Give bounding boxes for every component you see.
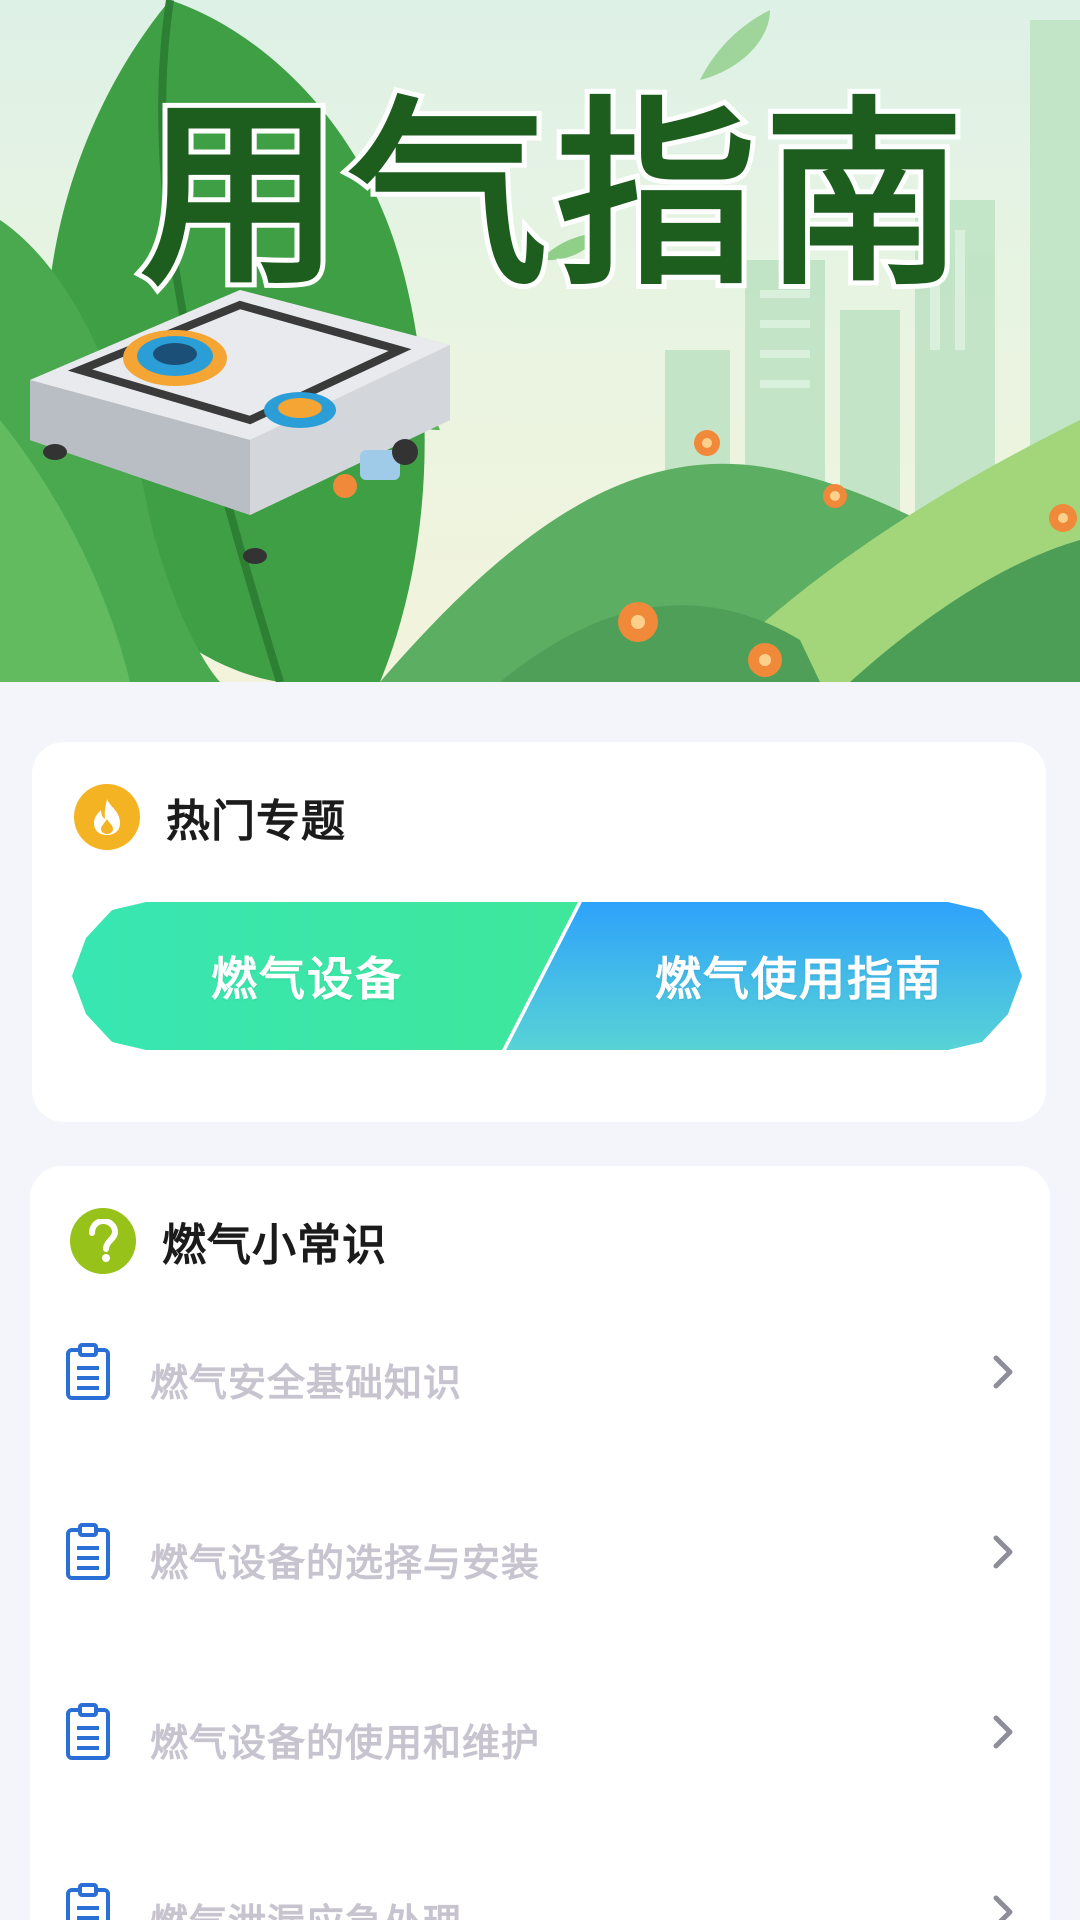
- banner-title: 用气指南: [135, 80, 973, 313]
- list-item-label: 燃气设备的选择与安装: [150, 1541, 541, 1585]
- list-item-label: 燃气泄漏应急处理: [150, 1892, 462, 1920]
- gas-guide-page: 用气指南 热门专题 燃气设备 燃气使用指南 燃气小常识 燃气安全基础知识 燃气设…: [0, 0, 1080, 1920]
- question-icon: [70, 1208, 136, 1274]
- hot-topics-header: 热门专题: [74, 784, 346, 850]
- hot-topics-title: 热门专题: [166, 796, 346, 847]
- list-item-equipment-maintenance[interactable]: 燃气设备的使用和维护: [30, 1674, 1050, 1794]
- gas-usage-guide-button[interactable]: 燃气使用指南: [506, 902, 1022, 1050]
- clipboard-icon: [66, 1883, 110, 1920]
- list-item-label: 燃气安全基础知识: [150, 1361, 463, 1405]
- banner: 用气指南: [0, 0, 1080, 682]
- chevron-right-icon: [993, 1355, 1013, 1389]
- gas-equipment-button[interactable]: 燃气设备: [72, 902, 578, 1050]
- clipboard-icon: [66, 1343, 110, 1400]
- chevron-right-icon: [993, 1895, 1013, 1920]
- gas-tips-card: 燃气小常识 燃气安全基础知识 燃气设备的选择与安装 燃气设备的使用和维护: [30, 1166, 1050, 1920]
- fire-icon: [74, 784, 140, 850]
- gas-equipment-label: 燃气设备: [211, 952, 403, 1006]
- gas-tips-header: 燃气小常识: [70, 1208, 387, 1274]
- chevron-right-icon: [993, 1715, 1013, 1749]
- list-item-gas-leak-emergency[interactable]: 燃气泄漏应急处理: [30, 1854, 1050, 1920]
- clipboard-icon: [66, 1703, 110, 1760]
- hot-topics-card: 热门专题 燃气设备 燃气使用指南: [32, 742, 1046, 1122]
- gas-usage-guide-label: 燃气使用指南: [655, 952, 943, 1006]
- list-item-equipment-selection[interactable]: 燃气设备的选择与安装: [30, 1494, 1050, 1614]
- chevron-right-icon: [993, 1535, 1013, 1569]
- gas-tips-title: 燃气小常识: [162, 1220, 387, 1271]
- list-item-label: 燃气设备的使用和维护: [150, 1721, 541, 1765]
- list-item-gas-safety-basics[interactable]: 燃气安全基础知识: [30, 1314, 1050, 1434]
- clipboard-icon: [66, 1523, 110, 1580]
